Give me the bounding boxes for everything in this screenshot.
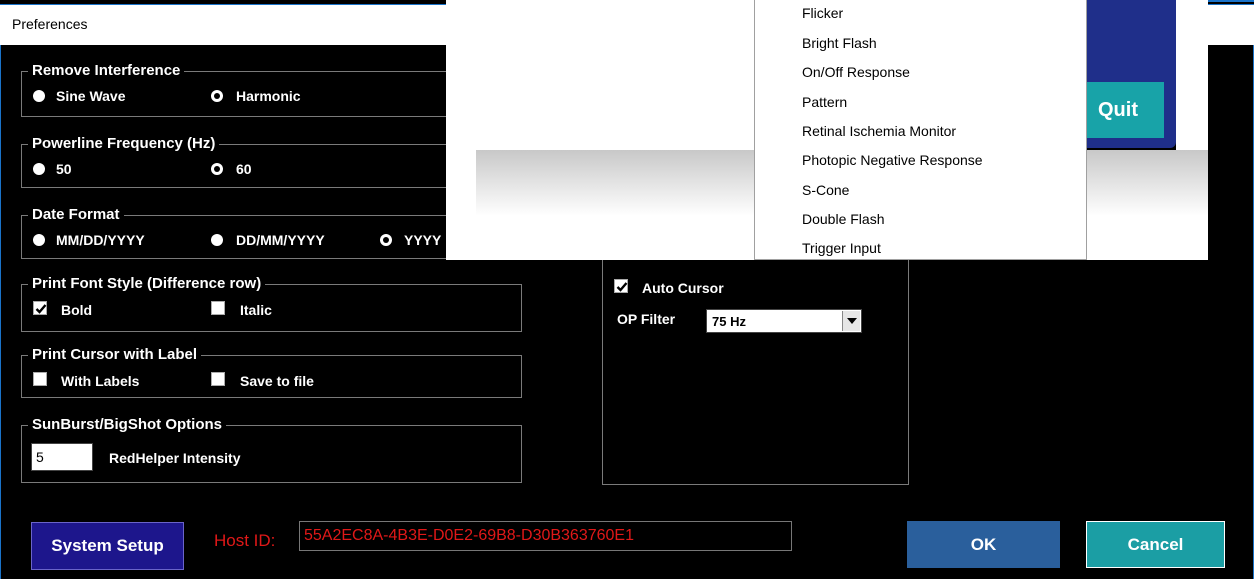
- date-yyyy-radio[interactable]: [380, 234, 392, 246]
- freq-60-radio[interactable]: [211, 163, 223, 175]
- checkmark-icon: [616, 282, 628, 292]
- menu-item-pattern[interactable]: Pattern: [802, 94, 847, 110]
- sunburst-group: SunBurst/BigShot Options: [21, 416, 522, 483]
- test-type-menu: Flicker Bright Flash On/Off Response Pat…: [754, 0, 1087, 260]
- date-ddmmyyyy-radio[interactable]: [211, 234, 223, 246]
- redhelper-intensity-value: 5: [36, 449, 44, 465]
- system-setup-button[interactable]: System Setup: [31, 522, 184, 570]
- date-mmddyyyy-radio[interactable]: [33, 234, 45, 246]
- host-id-field[interactable]: 55A2EC8A-4B3E-D0E2-69B8-D30B363760E1: [299, 521, 792, 551]
- background-window-strip: [1176, 0, 1208, 150]
- with-labels-checkbox[interactable]: [33, 372, 47, 386]
- checkmark-icon: [35, 304, 47, 314]
- menu-item-double-flash[interactable]: Double Flash: [802, 211, 885, 227]
- sine-wave-label[interactable]: Sine Wave: [56, 88, 126, 104]
- menu-item-on-off-response[interactable]: On/Off Response: [802, 64, 910, 80]
- menu-item-photopic-negative-response[interactable]: Photopic Negative Response: [802, 152, 983, 168]
- menu-item-bright-flash[interactable]: Bright Flash: [802, 35, 877, 51]
- host-id-label: Host ID:: [214, 531, 276, 550]
- sine-wave-radio[interactable]: [33, 90, 45, 102]
- date-ddmmyyyy-label[interactable]: DD/MM/YYYY: [236, 232, 325, 248]
- window-title: Preferences: [12, 16, 88, 32]
- auto-cursor-label[interactable]: Auto Cursor: [642, 280, 724, 296]
- auto-cursor-checkbox[interactable]: [614, 279, 628, 293]
- freq-50-radio[interactable]: [33, 163, 45, 175]
- top-edge-accent: [1205, 0, 1254, 2]
- date-mmddyyyy-label[interactable]: MM/DD/YYYY: [56, 232, 145, 248]
- bold-checkbox[interactable]: [33, 301, 47, 315]
- chevron-down-icon[interactable]: [842, 311, 860, 331]
- op-filter-label: OP Filter: [617, 311, 676, 327]
- save-to-file-checkbox[interactable]: [211, 372, 225, 386]
- bold-label[interactable]: Bold: [61, 302, 92, 318]
- redhelper-intensity-input[interactable]: 5: [31, 443, 93, 471]
- italic-label[interactable]: Italic: [240, 302, 272, 318]
- menu-item-retinal-ischemia-monitor[interactable]: Retinal Ischemia Monitor: [802, 123, 956, 139]
- cancel-button[interactable]: Cancel: [1086, 521, 1225, 568]
- remove-interference-legend: Remove Interference: [28, 62, 185, 80]
- date-format-legend: Date Format: [28, 206, 124, 224]
- menu-item-s-cone[interactable]: S-Cone: [802, 182, 849, 198]
- harmonic-label[interactable]: Harmonic: [236, 88, 301, 104]
- menu-item-trigger-input[interactable]: Trigger Input: [802, 240, 881, 256]
- sunburst-legend: SunBurst/BigShot Options: [28, 416, 226, 434]
- date-yyyy-label[interactable]: YYYY: [404, 232, 441, 248]
- freq-60-label[interactable]: 60: [236, 161, 252, 177]
- background-window-panel: [446, 0, 755, 150]
- host-id-value: 55A2EC8A-4B3E-D0E2-69B8-D30B363760E1: [304, 527, 634, 544]
- print-cursor-legend: Print Cursor with Label: [28, 346, 202, 364]
- with-labels-label[interactable]: With Labels: [61, 373, 139, 389]
- op-filter-value: 75 Hz: [712, 314, 746, 329]
- redhelper-intensity-label: RedHelper Intensity: [109, 450, 241, 466]
- harmonic-radio[interactable]: [211, 90, 223, 102]
- ok-button[interactable]: OK: [907, 521, 1060, 568]
- menu-item-flicker[interactable]: Flicker: [802, 5, 843, 21]
- italic-checkbox[interactable]: [211, 301, 225, 315]
- op-filter-select[interactable]: 75 Hz: [706, 309, 862, 333]
- freq-50-label[interactable]: 50: [56, 161, 72, 177]
- print-font-style-legend: Print Font Style (Difference row): [28, 275, 266, 293]
- save-to-file-label[interactable]: Save to file: [240, 373, 314, 389]
- powerline-frequency-legend: Powerline Frequency (Hz): [28, 135, 220, 153]
- background-window-edge: [446, 150, 476, 260]
